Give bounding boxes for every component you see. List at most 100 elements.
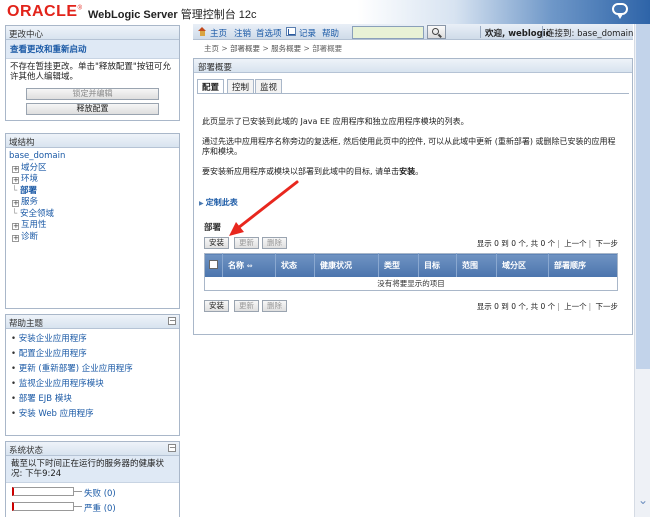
help-link-install-web-app[interactable]: 安装 Web 应用程序 (11, 407, 174, 422)
connected-domain-text: 连接到: base_domain (546, 29, 634, 39)
change-center-title: 更改中心 (6, 26, 179, 40)
tab-monitoring[interactable]: 监视 (255, 79, 283, 93)
delete-button[interactable]: 删除 (262, 237, 287, 249)
breadcrumb-deployments[interactable]: 部署概要 (230, 44, 260, 53)
domain-tree: base_domain + 域分区 + 环境 └ 部署 + 服务 └ 安全领域 + 互用性 … (6, 148, 179, 246)
pager: 显示 0 到 0 个, 共 0 个 | 上一个 | 下一步 (476, 239, 619, 248)
tab-configuration[interactable]: 配置 (197, 79, 225, 94)
expand-icon[interactable]: + (12, 200, 19, 207)
system-status-panel: 系统状态 − 截至以下时间正在运行的服务器的健康状况: 下午9:24 失败 (0)… (5, 441, 180, 517)
nav-home[interactable]: 主页 (210, 27, 227, 39)
pager-next[interactable]: 下一步 (596, 302, 619, 311)
collapse-icon[interactable]: − (168, 317, 176, 325)
breadcrumb-home[interactable]: 主页 (204, 44, 219, 53)
expand-icon[interactable]: + (12, 177, 19, 184)
pager-next[interactable]: 下一步 (596, 239, 619, 248)
app-header: ORACLE® WebLogic Server 管理控制台 12c (0, 0, 650, 24)
status-label-critical[interactable]: 严重 (0) (84, 502, 116, 514)
search-button[interactable] (427, 25, 446, 39)
help-link-monitor-modules[interactable]: 监视企业应用程序模块 (11, 377, 174, 392)
customize-table-link[interactable]: 定制此表 (199, 197, 238, 208)
tree-item-interoperability[interactable]: + 互用性 (8, 220, 177, 232)
column-header-deployment-order[interactable]: 部署顺序 (548, 253, 618, 277)
lock-and-edit-button[interactable]: 锁定并编辑 (26, 88, 159, 100)
help-bubble-icon[interactable] (612, 3, 628, 19)
column-header-partition[interactable]: 域分区 (496, 253, 549, 277)
nav-help[interactable]: 帮助 (322, 27, 339, 39)
tab-control[interactable]: 控制 (227, 79, 255, 93)
install-button[interactable]: 安装 (204, 237, 229, 249)
deployments-section-label: 部署 (204, 223, 222, 233)
tree-item-environment[interactable]: + 环境 (8, 174, 177, 186)
nav-record[interactable]: 记录 (299, 27, 316, 39)
system-status-title: 系统状态 − (6, 442, 179, 456)
expand-icon[interactable]: + (12, 223, 19, 230)
expand-icon[interactable]: + (12, 165, 19, 173)
pager-prev[interactable]: 上一个 (564, 239, 587, 248)
breadcrumb-services[interactable]: 服务概要 (271, 44, 301, 53)
expand-icon[interactable]: + (12, 234, 19, 242)
delete-button[interactable]: 删除 (262, 300, 287, 312)
status-label-failed[interactable]: 失败 (0) (84, 487, 116, 499)
search-icon (432, 28, 439, 35)
system-status-description: 截至以下时间正在运行的服务器的健康状况: 下午9:24 (6, 456, 179, 483)
home-icon[interactable] (198, 27, 207, 36)
scrollbar-thumb[interactable] (636, 24, 650, 369)
pager-prev[interactable]: 上一个 (564, 302, 587, 311)
select-all-header[interactable] (204, 253, 223, 277)
change-center-description: 不存在暂挂更改。单击"释放配置"按钮可允许其他人编辑域。 (10, 62, 171, 82)
tree-item-security-realms[interactable]: └ 安全领域 (8, 209, 177, 221)
help-topics-panel: 帮助主题− 安装企业应用程序 配置企业应用程序 更新 (重新部署) 企业应用程序… (5, 314, 180, 436)
scroll-down-chevron-icon[interactable]: ⌄ (637, 494, 649, 506)
status-row-failed: 失败 (0) (6, 485, 179, 499)
install-button[interactable]: 安装 (204, 300, 229, 312)
empty-table-message: 没有将要显示的项目 (204, 276, 618, 291)
column-header-name[interactable]: 名称 ⇔ (222, 253, 276, 277)
collapse-icon[interactable]: − (168, 444, 176, 452)
change-center-panel: 更改中心 查看更改和重新启动 不存在暂挂更改。单击"释放配置"按钮可允许其他人编… (5, 25, 180, 121)
column-header-state[interactable]: 状态 (275, 253, 315, 277)
column-header-scope[interactable]: 范围 (456, 253, 497, 277)
deployments-table: 名称 ⇔ 状态 健康状况 类型 目标 范围 域分区 部署顺序 没有将要显示的项目 (204, 253, 618, 291)
sort-icon[interactable]: ⇔ (247, 262, 253, 270)
release-configuration-button[interactable]: 释放配置 (26, 103, 159, 115)
record-icon[interactable] (286, 27, 296, 36)
select-all-checkbox[interactable] (209, 260, 218, 270)
tree-root-base-domain[interactable]: base_domain (8, 151, 177, 163)
domain-structure-panel: 域结构 base_domain + 域分区 + 环境 └ 部署 + 服务 └ 安全领域 +… (5, 133, 180, 309)
view-changes-link[interactable]: 查看更改和重新启动 (6, 40, 179, 59)
help-link-configure-app[interactable]: 配置企业应用程序 (11, 347, 174, 362)
help-topics-list: 安装企业应用程序 配置企业应用程序 更新 (重新部署) 企业应用程序 监视企业应… (6, 329, 179, 425)
nav-preferences[interactable]: 首选项 (256, 27, 282, 39)
help-link-deploy-ejb[interactable]: 部署 EJB 模块 (11, 392, 174, 407)
pager-range: 显示 0 到 0 个, 共 0 个 (476, 302, 556, 311)
tree-item-diagnostics[interactable]: + 诊断 (8, 232, 177, 244)
column-header-health[interactable]: 健康状况 (314, 253, 379, 277)
update-button[interactable]: 更新 (234, 300, 259, 312)
help-link-update-app[interactable]: 更新 (重新部署) 企业应用程序 (11, 362, 174, 377)
table-toolbar-top: 安装 更新 删除 显示 0 到 0 个, 共 0 个 | 上一个 | 下一步 (204, 236, 618, 251)
tree-item-services[interactable]: + 服务 (8, 197, 177, 209)
status-bar (12, 502, 74, 511)
table-header-row: 名称 ⇔ 状态 健康状况 类型 目标 范围 域分区 部署顺序 (204, 253, 618, 277)
help-topics-title: 帮助主题 − (6, 315, 179, 329)
column-header-targets[interactable]: 目标 (418, 253, 457, 277)
breadcrumb-current: 部署概要 (312, 44, 343, 53)
vertical-scrollbar[interactable]: ⌄ (634, 24, 650, 517)
tree-item-deployments[interactable]: └ 部署 (8, 186, 177, 198)
column-header-type[interactable]: 类型 (378, 253, 419, 277)
table-row-empty: 没有将要显示的项目 (204, 276, 618, 291)
status-row-critical: 严重 (0) (6, 500, 179, 514)
search-input[interactable] (352, 26, 424, 39)
table-toolbar-bottom: 安装 更新 删除 显示 0 到 0 个, 共 0 个 | 上一个 | 下一步 (204, 299, 618, 314)
pager-range: 显示 0 到 0 个, 共 0 个 (476, 239, 556, 248)
description-text: 要安装新应用程序或模块以部署到此域中的目标, 请单击安装。 (202, 167, 424, 176)
status-bar (12, 487, 74, 496)
product-title: WebLogic Server 管理控制台 12c (88, 9, 257, 21)
deployments-summary-panel: 部署概要 配置 控制 监视 此页显示了已安装到此域的 Java EE 应用程序和… (193, 58, 633, 335)
pager: 显示 0 到 0 个, 共 0 个 | 上一个 | 下一步 (476, 302, 619, 311)
help-link-install-app[interactable]: 安装企业应用程序 (11, 332, 174, 347)
update-button[interactable]: 更新 (234, 237, 259, 249)
tree-item-partitions[interactable]: + 域分区 (8, 163, 177, 175)
nav-logout[interactable]: 注销 (234, 27, 251, 39)
